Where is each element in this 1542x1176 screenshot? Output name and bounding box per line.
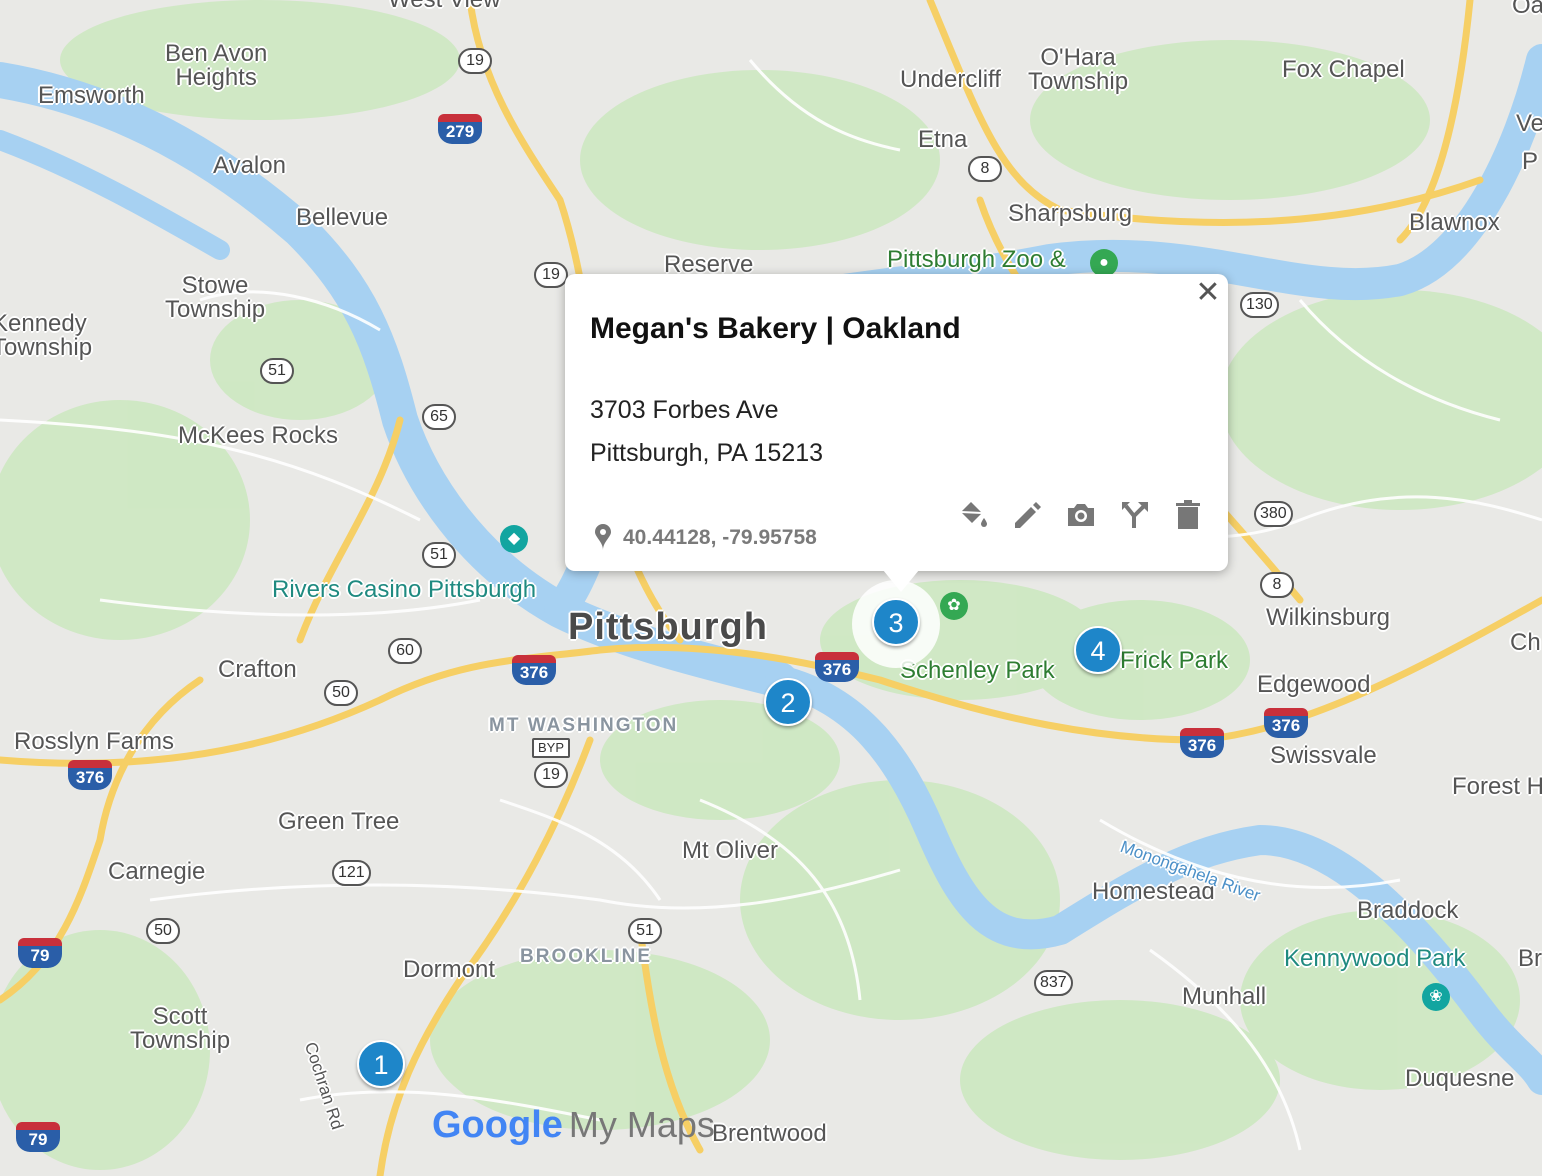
place-label-west-view: West View [388, 0, 501, 12]
interstate-shield-279: 279 [438, 114, 482, 144]
google-my-maps-logo: Google My Maps [432, 1104, 715, 1147]
city-label-pittsburgh: Pittsburgh [568, 606, 768, 648]
poi-label-kennywood-park[interactable]: Kennywood Park [1284, 947, 1465, 971]
camera-icon[interactable] [1064, 498, 1098, 532]
address-line-1: 3703 Forbes Ave [590, 396, 779, 424]
interstate-number: 279 [438, 122, 482, 144]
map-canvas[interactable]: West View Ben Avon Heights Emsworth Aval… [0, 0, 1542, 1176]
route-shield-51: 51 [628, 918, 662, 944]
place-label-rosslyn-farms: Rosslyn Farms [14, 728, 175, 755]
place-label-fox-chapel: Fox Chapel [1282, 56, 1405, 83]
place-label-brentwood: Brentwood [712, 1120, 827, 1147]
interstate-shield-376: 376 [68, 760, 112, 790]
route-shield-19: 19 [534, 262, 568, 288]
amusement-park-icon[interactable]: ❀ [1422, 983, 1450, 1011]
place-label-ohara-township: O'Hara Township [1028, 44, 1129, 95]
place-label-sharpsburg: Sharpsburg [1008, 200, 1133, 227]
route-shield-65: 65 [422, 404, 456, 430]
interstate-number: 376 [1264, 716, 1308, 738]
place-label-oa: Oa [1512, 0, 1542, 19]
interstate-number: 79 [16, 1130, 60, 1152]
district-label-brookline: BROOKLINE [520, 946, 652, 967]
place-label-crafton: Crafton [218, 656, 297, 683]
route-shield-130: 130 [1240, 292, 1279, 318]
route-shield-50: 50 [324, 680, 358, 706]
place-label-carnegie: Carnegie [108, 858, 206, 885]
place-label-munhall: Munhall [1182, 983, 1267, 1010]
route-shield-19: 19 [458, 48, 492, 74]
route-shield-380: 380 [1254, 501, 1293, 527]
interstate-shield-376: 376 [1264, 708, 1308, 738]
route-shield-60: 60 [388, 638, 422, 664]
route-shield-121: 121 [332, 860, 371, 886]
directions-icon[interactable] [1118, 498, 1152, 532]
route-shield-50: 50 [146, 918, 180, 944]
map-marker-4[interactable]: 4 [1074, 626, 1122, 674]
place-label-edgewood: Edgewood [1257, 671, 1371, 698]
place-label-green-tree: Green Tree [278, 808, 400, 835]
place-label-dormont: Dormont [403, 956, 496, 983]
interstate-number: 376 [512, 663, 556, 685]
place-label-etna: Etna [918, 126, 968, 153]
poi-label-frick-park[interactable]: Frick Park [1120, 649, 1228, 673]
interstate-number: 376 [815, 660, 859, 682]
place-label-emsworth: Emsworth [38, 82, 145, 109]
close-icon[interactable]: ✕ [1195, 278, 1221, 308]
map-marker-2[interactable]: 2 [764, 678, 812, 726]
place-title: Megan's Bakery | Oakland [590, 312, 961, 345]
place-label-stowe-township: Stowe Township [165, 272, 266, 323]
interstate-number: 376 [68, 768, 112, 790]
route-shield-byp: BYP [532, 738, 571, 758]
paint-bucket-icon[interactable] [955, 498, 989, 532]
interstate-shield-79: 79 [16, 1122, 60, 1152]
place-label-swissvale: Swissvale [1270, 742, 1377, 769]
place-label-wilkinsburg: Wilkinsburg [1266, 604, 1391, 631]
place-info-window: Megan's Bakery | Oakland ✕ 3703 Forbes A… [565, 274, 1228, 592]
place-label-mt-oliver: Mt Oliver [682, 837, 778, 864]
place-label-forest-hills: Forest H [1452, 773, 1542, 800]
place-label-duquesne: Duquesne [1405, 1065, 1515, 1092]
interstate-shield-376: 376 [815, 652, 859, 682]
place-label-ch: Ch [1510, 629, 1541, 656]
place-label-blawnox: Blawnox [1409, 209, 1500, 236]
district-label-mt-washington: MT WASHINGTON [489, 715, 679, 736]
park-tree-icon[interactable]: ✿ [940, 592, 968, 620]
place-label-scott-township: Scott Township [130, 1003, 231, 1054]
coordinates-text[interactable]: 40.44128, -79.95758 [623, 526, 817, 550]
place-label-br: Br [1518, 945, 1542, 972]
interstate-number: 79 [18, 946, 62, 968]
delete-trash-icon[interactable] [1171, 498, 1205, 532]
map-marker-3[interactable]: 3 [872, 598, 920, 646]
my-maps-logo-text: My Maps [568, 1104, 715, 1145]
place-label-undercliff: Undercliff [900, 66, 1001, 93]
casino-icon[interactable]: ◆ [500, 525, 528, 553]
place-label-bellevue: Bellevue [296, 204, 389, 231]
place-label-mckees-rocks: McKees Rocks [178, 422, 339, 449]
route-shield-8: 8 [1260, 572, 1294, 598]
interstate-number: 376 [1180, 736, 1224, 758]
poi-label-schenley-park[interactable]: Schenley Park [900, 659, 1055, 683]
edit-pencil-icon[interactable] [1010, 498, 1044, 532]
place-label-ben-avon-heights: Ben Avon Heights [165, 40, 268, 91]
address-line-2: Pittsburgh, PA 15213 [590, 439, 824, 467]
map-marker-1[interactable]: 1 [357, 1040, 405, 1088]
place-label-avalon: Avalon [213, 152, 286, 179]
route-shield-8: 8 [968, 156, 1002, 182]
interstate-shield-376: 376 [1180, 728, 1224, 758]
route-shield-19: 19 [534, 762, 568, 788]
place-label-braddock: Braddock [1357, 897, 1459, 924]
poi-label-pittsburgh-zoo[interactable]: Pittsburgh Zoo & [887, 248, 1066, 272]
zoo-paw-icon[interactable]: ● [1090, 249, 1118, 277]
interstate-shield-376: 376 [512, 655, 556, 685]
route-shield-51: 51 [260, 358, 294, 384]
place-label-p: P [1522, 148, 1539, 175]
google-logo-text: Google [432, 1104, 563, 1146]
route-shield-837: 837 [1034, 970, 1073, 996]
location-pin-icon [595, 524, 611, 550]
poi-label-rivers-casino[interactable]: Rivers Casino Pittsburgh [272, 578, 536, 602]
route-shield-51: 51 [422, 542, 456, 568]
interstate-shield-79: 79 [18, 938, 62, 968]
place-label-ve: Ve [1516, 110, 1542, 137]
place-label-kennedy-township: Kennedy Township [0, 310, 93, 361]
